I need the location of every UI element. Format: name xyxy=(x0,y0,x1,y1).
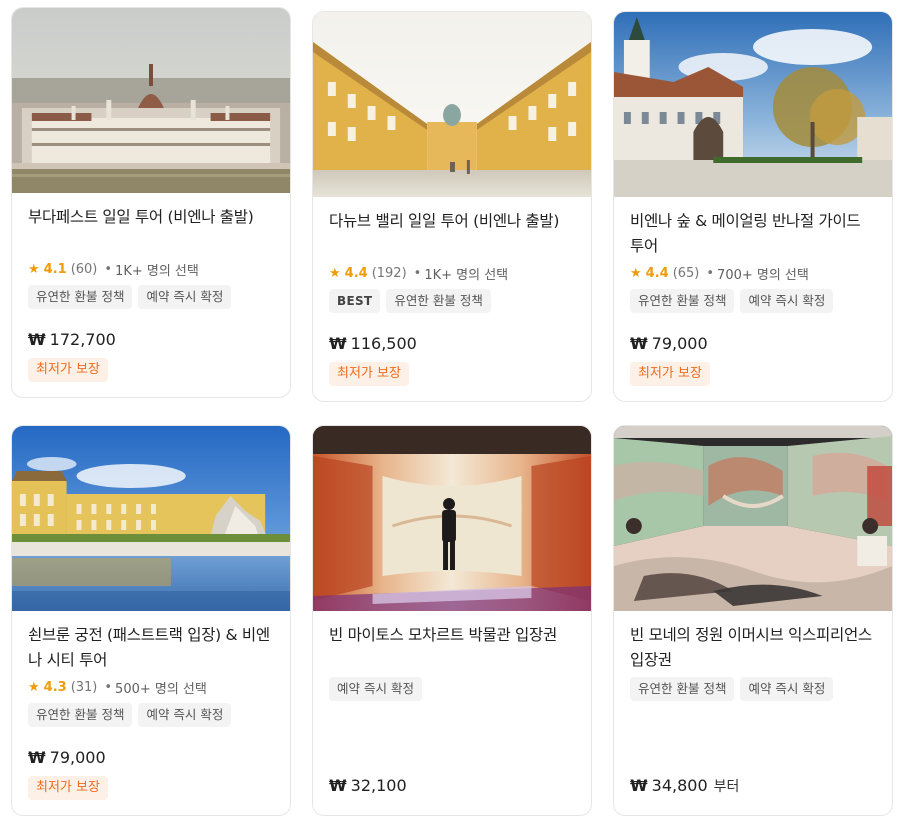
monet-garden-image xyxy=(614,426,892,611)
review-count: (60) xyxy=(70,261,98,277)
currency-symbol: ₩ xyxy=(630,776,648,795)
card-title[interactable]: 빈 모네의 정원 이머시브 익스피리언스 입장권 xyxy=(630,623,876,673)
rating-row: ★ 4.1 (60) • 1K+ 명의 선택 xyxy=(28,259,274,279)
product-card-schonbrunn[interactable]: 쇤브룬 궁전 (패스트트랙 입장) & 비엔나 시티 투어 ★ 4.3 (31)… xyxy=(11,425,291,816)
badge-flexible-refund: 유연한 환불 정책 xyxy=(386,289,491,313)
price-value: 116,500 xyxy=(350,334,417,353)
price-value: 79,000 xyxy=(651,334,708,353)
product-card-mythos-mozart[interactable]: 빈 마이토스 모차르트 박물관 입장권 예약 즉시 확정 ₩32,100 xyxy=(312,425,592,816)
price-value: 79,000 xyxy=(49,748,106,767)
review-count: (65) xyxy=(672,265,700,281)
badge-instant-confirm: 예약 즉시 확정 xyxy=(329,677,422,701)
star-icon: ★ xyxy=(28,261,40,277)
badge-flexible-refund: 유연한 환불 정책 xyxy=(630,677,735,701)
card-title[interactable]: 빈 마이토스 모차르트 박물관 입장권 xyxy=(329,623,575,673)
booking-count: 1K+ 명의 선택 xyxy=(424,267,509,283)
separator-dot: • xyxy=(104,679,113,695)
budapest-parliament-image xyxy=(12,8,290,193)
price: ₩79,000 xyxy=(630,334,708,353)
rating-score: 4.1 xyxy=(43,261,67,277)
rating-score: 4.4 xyxy=(344,265,368,281)
price: ₩34,800 부터 xyxy=(630,776,739,796)
card-title[interactable]: 비엔나 숲 & 메이얼링 반나절 가이드 투어 xyxy=(630,209,876,259)
currency-symbol: ₩ xyxy=(329,776,347,795)
schonbrunn-palace-image xyxy=(12,426,290,611)
rating-score: 4.3 xyxy=(43,679,67,695)
badge-list: 예약 즉시 확정 xyxy=(329,677,575,701)
badge-list: 유연한 환불 정책 예약 즉시 확정 xyxy=(630,289,876,313)
price: ₩172,700 xyxy=(28,330,116,349)
rating-score: 4.4 xyxy=(645,265,669,281)
card-image[interactable] xyxy=(12,8,290,193)
price-from-suffix: 부터 xyxy=(713,779,740,795)
rating-row: ★ 4.3 (31) • 500+ 명의 선택 xyxy=(28,677,274,697)
currency-symbol: ₩ xyxy=(28,330,46,349)
mythos-mozart-image xyxy=(313,426,591,611)
review-count: (31) xyxy=(70,679,98,695)
card-title[interactable]: 다뉴브 밸리 일일 투어 (비엔나 출발) xyxy=(329,209,575,259)
badge-flexible-refund: 유연한 환불 정책 xyxy=(28,285,133,309)
rating-row: ★ 4.4 (65) • 700+ 명의 선택 xyxy=(630,263,876,283)
badge-instant-confirm: 예약 즉시 확정 xyxy=(138,285,232,309)
price-value: 34,800 xyxy=(651,776,708,795)
product-card-monet-garden[interactable]: 빈 모네의 정원 이머시브 익스피리언스 입장권 유연한 환불 정책 예약 즉시… xyxy=(613,425,893,816)
star-icon: ★ xyxy=(329,265,341,281)
lowest-price-badge: 최저가 보장 xyxy=(630,362,710,386)
product-card-budapest[interactable]: 부다페스트 일일 투어 (비엔나 출발) ★ 4.1 (60) • 1K+ 명의… xyxy=(11,7,291,398)
badge-instant-confirm: 예약 즉시 확정 xyxy=(740,677,834,701)
card-image[interactable] xyxy=(614,426,892,611)
booking-count: 500+ 명의 선택 xyxy=(115,681,207,697)
booking-count: 1K+ 명의 선택 xyxy=(115,263,199,279)
price-value: 32,100 xyxy=(350,776,407,795)
price: ₩116,500 xyxy=(329,334,417,353)
currency-symbol: ₩ xyxy=(28,748,46,767)
price-value: 172,700 xyxy=(49,330,116,349)
separator-dot: • xyxy=(104,261,113,277)
badge-instant-confirm: 예약 즉시 확정 xyxy=(138,703,232,727)
product-card-vienna-woods[interactable]: 비엔나 숲 & 메이얼링 반나절 가이드 투어 ★ 4.4 (65) • 700… xyxy=(613,11,893,402)
card-image[interactable] xyxy=(12,426,290,611)
star-icon: ★ xyxy=(630,265,642,281)
separator-dot: • xyxy=(413,265,422,281)
price: ₩79,000 xyxy=(28,748,106,767)
price: ₩32,100 xyxy=(329,776,407,795)
badge-list: BEST 유연한 환불 정책 xyxy=(329,289,575,313)
lowest-price-badge: 최저가 보장 xyxy=(329,362,409,386)
badge-list: 유연한 환불 정책 예약 즉시 확정 xyxy=(28,703,274,727)
badge-instant-confirm: 예약 즉시 확정 xyxy=(740,289,834,313)
badge-best: BEST xyxy=(329,289,381,313)
star-icon: ★ xyxy=(28,679,40,695)
badge-flexible-refund: 유연한 환불 정책 xyxy=(630,289,735,313)
separator-dot: • xyxy=(706,265,715,281)
booking-count: 700+ 명의 선택 xyxy=(717,267,809,283)
melk-abbey-image xyxy=(313,12,591,197)
currency-symbol: ₩ xyxy=(329,334,347,353)
badge-flexible-refund: 유연한 환불 정책 xyxy=(28,703,133,727)
review-count: (192) xyxy=(371,265,407,281)
badge-list: 유연한 환불 정책 예약 즉시 확정 xyxy=(28,285,274,309)
card-image[interactable] xyxy=(313,426,591,611)
product-card-danube-valley[interactable]: 다뉴브 밸리 일일 투어 (비엔나 출발) ★ 4.4 (192) • 1K+ … xyxy=(312,11,592,402)
badge-list: 유연한 환불 정책 예약 즉시 확정 xyxy=(630,677,876,701)
heiligenkreuz-abbey-image xyxy=(614,12,892,197)
rating-row: ★ 4.4 (192) • 1K+ 명의 선택 xyxy=(329,263,575,283)
card-title[interactable]: 쇤브룬 궁전 (패스트트랙 입장) & 비엔나 시티 투어 xyxy=(28,623,274,673)
lowest-price-badge: 최저가 보장 xyxy=(28,358,108,382)
card-title[interactable]: 부다페스트 일일 투어 (비엔나 출발) xyxy=(28,205,274,255)
lowest-price-badge: 최저가 보장 xyxy=(28,776,108,800)
card-image[interactable] xyxy=(313,12,591,197)
currency-symbol: ₩ xyxy=(630,334,648,353)
card-image[interactable] xyxy=(614,12,892,197)
